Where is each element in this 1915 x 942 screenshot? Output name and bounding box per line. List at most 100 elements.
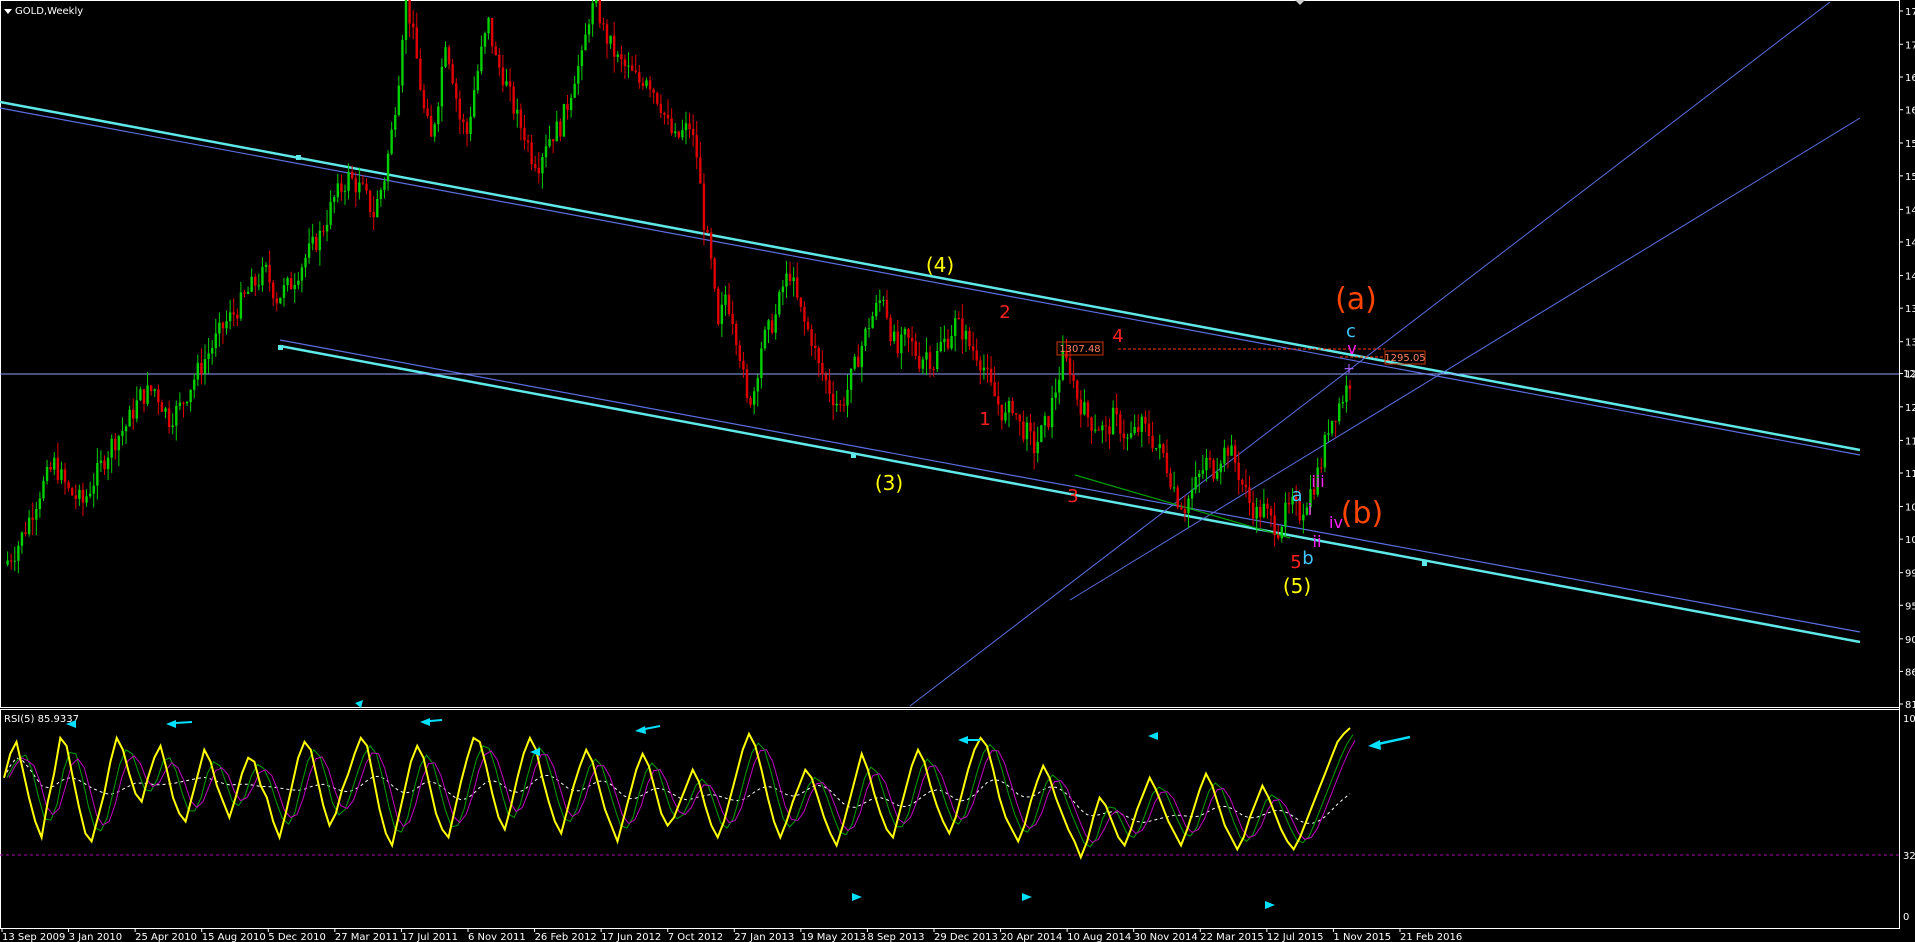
candle-body bbox=[1011, 400, 1014, 414]
candle-body bbox=[157, 389, 160, 403]
candle-body bbox=[684, 123, 688, 131]
candle-body bbox=[1241, 480, 1244, 485]
candle-body bbox=[903, 328, 907, 335]
candle-body bbox=[702, 183, 706, 230]
candle-body bbox=[74, 495, 77, 499]
time-tick-label: 1 Nov 2015 bbox=[1333, 932, 1391, 942]
candle-body bbox=[1273, 515, 1276, 536]
candle-body bbox=[404, 0, 408, 40]
candle-body bbox=[81, 489, 85, 503]
price-tick-label: 1632.15 bbox=[1905, 106, 1915, 117]
candle-body bbox=[724, 294, 727, 305]
candle-body bbox=[526, 140, 530, 143]
candle-body bbox=[530, 142, 533, 165]
wave-label-iv: iv bbox=[1329, 513, 1343, 532]
candle-body bbox=[770, 320, 774, 333]
candle-body bbox=[1287, 502, 1291, 505]
candle-body bbox=[1036, 441, 1039, 454]
candle-body bbox=[343, 190, 347, 192]
candle-body bbox=[1137, 427, 1140, 432]
candle-body bbox=[799, 297, 803, 307]
candle-body bbox=[1183, 509, 1187, 514]
candle-body bbox=[1126, 437, 1129, 439]
candle-body bbox=[128, 409, 131, 427]
candle-body bbox=[279, 297, 282, 304]
candle-body bbox=[368, 190, 372, 212]
candle-body bbox=[907, 328, 910, 338]
candle-body bbox=[401, 39, 404, 86]
time-tick-label: 10 Aug 2014 bbox=[1067, 932, 1131, 942]
candle-body bbox=[1248, 487, 1251, 503]
candle-body bbox=[275, 298, 278, 304]
candle-body bbox=[1198, 473, 1201, 478]
candle-body bbox=[727, 294, 731, 314]
wave-label-a-cyan: a bbox=[1291, 485, 1302, 506]
chart-title: GOLD,Weekly bbox=[4, 6, 83, 17]
candle-body bbox=[548, 139, 551, 147]
candle-body bbox=[340, 183, 343, 192]
candle-body bbox=[419, 58, 422, 90]
candle-body bbox=[745, 369, 749, 399]
candle-body bbox=[333, 197, 336, 202]
candle-body bbox=[982, 367, 986, 371]
price-tick-label: 954.45 bbox=[1905, 601, 1915, 612]
anchor-point bbox=[1422, 561, 1427, 566]
candle-body bbox=[99, 460, 103, 463]
candle-body bbox=[289, 278, 293, 290]
candle-body bbox=[925, 352, 928, 360]
candle-body bbox=[648, 80, 652, 90]
candle-body bbox=[663, 112, 666, 115]
price-tick-label: 1179.90 bbox=[1905, 436, 1915, 447]
candle-body bbox=[121, 431, 124, 437]
candle-body bbox=[261, 266, 264, 286]
price-tick-label: 1405.35 bbox=[1905, 272, 1915, 283]
candle-body bbox=[986, 367, 989, 369]
chart-canvas: 1307.48 1295.05 (4) (3) (5) 1 2 3 4 5 (a… bbox=[0, 0, 1915, 942]
wave-label-minor-4: 4 bbox=[1112, 326, 1123, 347]
candle-body bbox=[114, 438, 117, 451]
candle-body bbox=[203, 359, 207, 374]
candle-body bbox=[939, 342, 943, 352]
candle-body bbox=[659, 103, 663, 113]
candle-body bbox=[167, 408, 171, 427]
candle-body bbox=[677, 131, 680, 138]
candle-body bbox=[1111, 407, 1115, 435]
candle-body bbox=[695, 135, 698, 158]
wave-label-iii: iii bbox=[1311, 472, 1324, 491]
candle-body bbox=[394, 114, 397, 130]
candle-body bbox=[45, 466, 49, 481]
candle-body bbox=[465, 122, 469, 134]
candle-body bbox=[1194, 477, 1197, 490]
time-tick-label: 17 Jul 2011 bbox=[401, 932, 458, 942]
candle-body bbox=[871, 316, 874, 328]
candle-body bbox=[124, 426, 128, 432]
candle-body bbox=[6, 560, 9, 565]
candle-body bbox=[609, 35, 612, 44]
wave-label-b-cyan: b bbox=[1302, 548, 1313, 569]
candle-body bbox=[1266, 503, 1269, 509]
candle-body bbox=[142, 389, 146, 404]
candle-body bbox=[1022, 421, 1025, 440]
candle-body bbox=[875, 302, 878, 317]
candle-body bbox=[433, 124, 436, 137]
candle-body bbox=[699, 157, 702, 184]
candle-body bbox=[480, 46, 483, 72]
level-1295-label: 1295.05 bbox=[1384, 353, 1425, 364]
candle-body bbox=[354, 178, 357, 193]
candle-body bbox=[1122, 433, 1126, 439]
candle-body bbox=[490, 17, 494, 47]
candle-body bbox=[1029, 422, 1032, 432]
candle-body bbox=[408, 0, 411, 24]
candle-body bbox=[831, 393, 835, 406]
candle-body bbox=[63, 469, 67, 483]
candle-body bbox=[264, 264, 268, 267]
candle-body bbox=[928, 352, 932, 369]
candle-body bbox=[713, 258, 716, 289]
candle-body bbox=[85, 496, 88, 503]
current-price-tag: 1271.46 bbox=[1903, 369, 1915, 380]
candle-body bbox=[1147, 423, 1151, 436]
price-tick-label: 1676.90 bbox=[1905, 73, 1915, 84]
candle-body bbox=[670, 118, 673, 134]
candle-body bbox=[193, 379, 196, 390]
time-tick-label: 8 Sep 2013 bbox=[867, 932, 924, 942]
